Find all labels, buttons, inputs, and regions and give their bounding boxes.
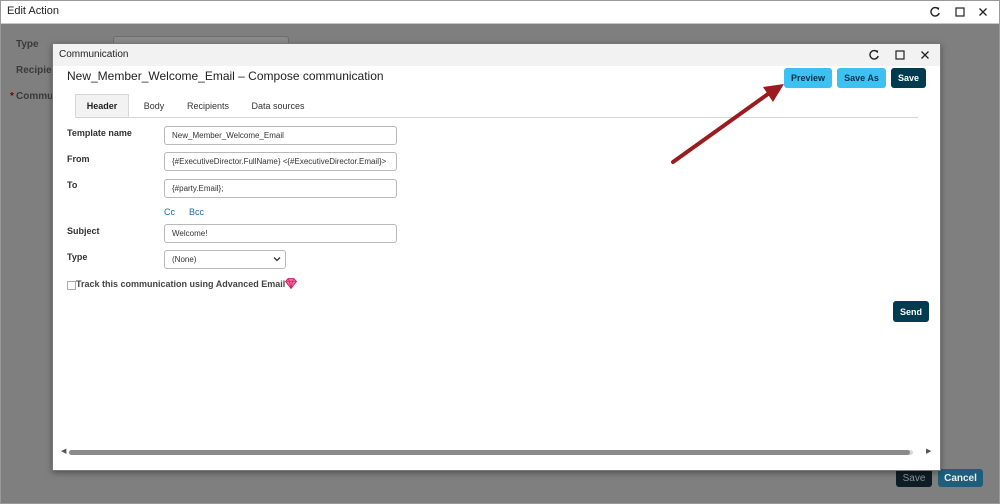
outer-window-title: Edit Action bbox=[7, 5, 59, 17]
outer-save-button[interactable]: Save bbox=[896, 469, 932, 487]
track-label: Track this communication using Advanced … bbox=[76, 279, 286, 289]
maximize-icon[interactable] bbox=[892, 47, 908, 63]
template-name-label: Template name bbox=[67, 128, 132, 138]
from-input[interactable]: {#ExecutiveDirector.FullName} <{#Executi… bbox=[164, 152, 397, 171]
tab-recipients[interactable]: Recipients bbox=[179, 94, 237, 117]
tab-header[interactable]: Header bbox=[75, 94, 129, 117]
template-name-input[interactable]: New_Member_Welcome_Email bbox=[164, 126, 397, 145]
from-label: From bbox=[67, 154, 90, 164]
type-label: Type bbox=[16, 39, 39, 50]
chevron-down-icon bbox=[273, 255, 281, 265]
type-select[interactable]: (None) bbox=[164, 250, 286, 269]
preview-button[interactable]: Preview bbox=[784, 68, 832, 88]
tab-body[interactable]: Body bbox=[135, 94, 173, 117]
to-input[interactable]: {#party.Email}; bbox=[164, 179, 397, 198]
gem-icon bbox=[284, 278, 298, 292]
tab-data-sources[interactable]: Data sources bbox=[243, 94, 313, 117]
tab-bar: Header Body Recipients Data sources bbox=[75, 94, 918, 118]
page-title: New_Member_Welcome_Email – Compose commu… bbox=[67, 69, 384, 83]
scrollbar-thumb[interactable] bbox=[69, 450, 910, 455]
dialog-title: Communication bbox=[59, 49, 129, 60]
scroll-right-icon[interactable]: ▶ bbox=[926, 447, 931, 455]
outer-cancel-button[interactable]: Cancel bbox=[938, 469, 983, 487]
outer-titlebar: Edit Action bbox=[1, 1, 999, 24]
refresh-icon[interactable] bbox=[927, 4, 943, 20]
required-marker: * bbox=[10, 91, 14, 102]
horizontal-scrollbar[interactable] bbox=[69, 450, 913, 455]
close-icon[interactable] bbox=[975, 4, 991, 20]
save-as-button[interactable]: Save As bbox=[837, 68, 886, 88]
communication-dialog: Communication New_Member_Welcome_Email –… bbox=[52, 43, 941, 471]
refresh-icon[interactable] bbox=[866, 47, 882, 63]
dialog-titlebar: Communication bbox=[53, 44, 940, 66]
send-button[interactable]: Send bbox=[893, 301, 929, 322]
track-checkbox[interactable] bbox=[67, 281, 76, 290]
save-button[interactable]: Save bbox=[891, 68, 926, 88]
bcc-link[interactable]: Bcc bbox=[189, 207, 204, 217]
subject-input[interactable]: Welcome! bbox=[164, 224, 397, 243]
type-select-value: (None) bbox=[172, 255, 197, 264]
cc-link[interactable]: Cc bbox=[164, 207, 175, 217]
close-icon[interactable] bbox=[917, 47, 933, 63]
to-label: To bbox=[67, 180, 78, 190]
type-label: Type bbox=[67, 252, 88, 262]
subject-label: Subject bbox=[67, 226, 100, 236]
maximize-icon[interactable] bbox=[952, 4, 968, 20]
scroll-left-icon[interactable]: ◀ bbox=[61, 447, 66, 455]
